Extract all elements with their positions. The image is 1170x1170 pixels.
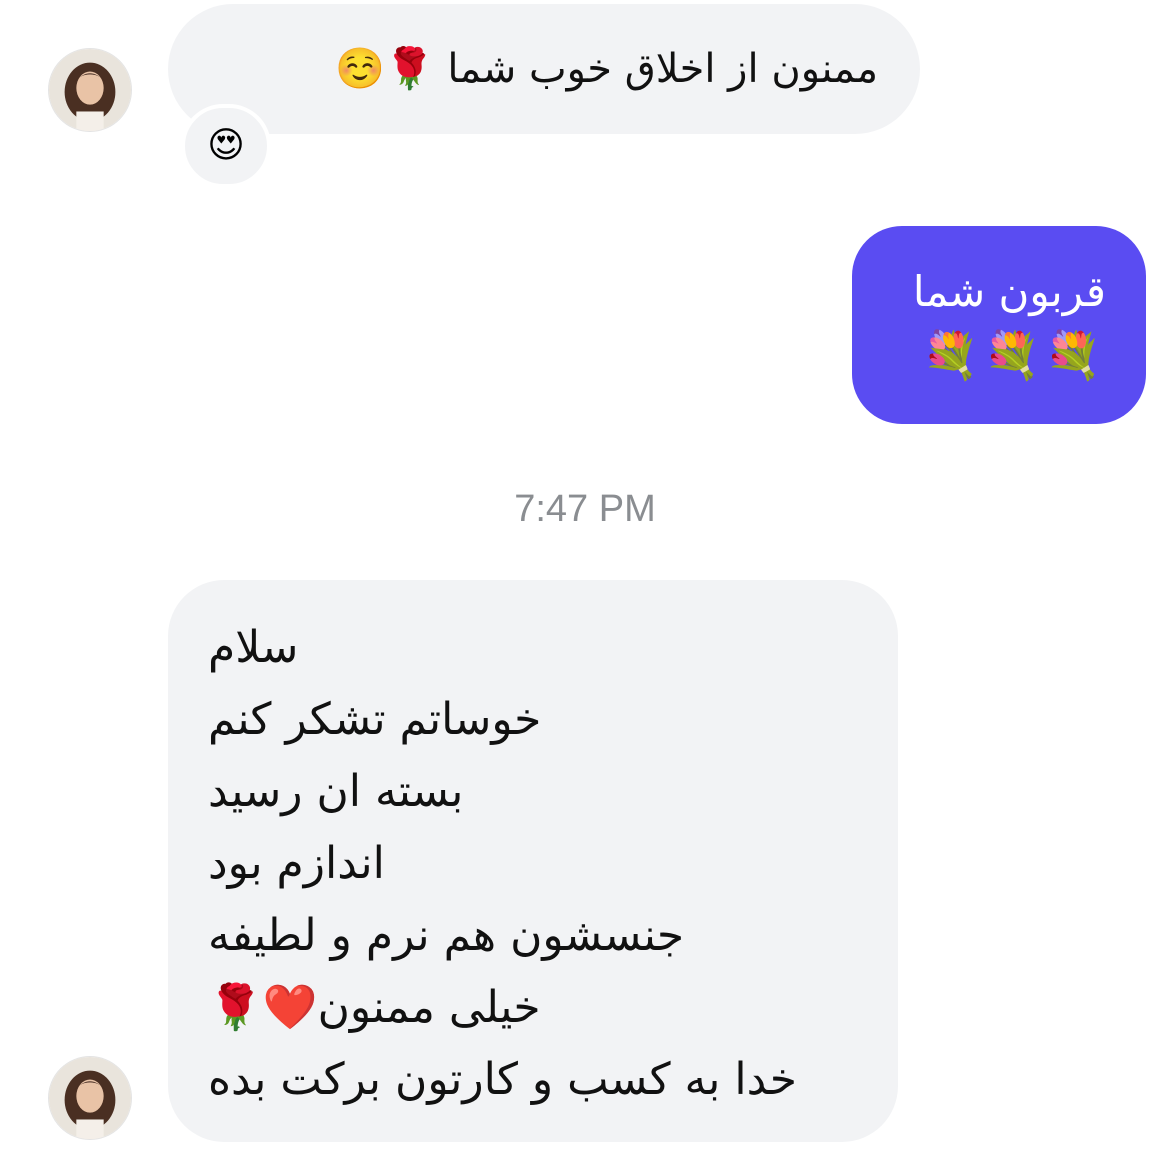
message-line: سلام	[208, 622, 299, 673]
contact-avatar[interactable]	[48, 48, 132, 132]
message-line: خیلی ممنون❤️🌹	[208, 982, 541, 1033]
message-lines: سلام خوساتم تشکر کنم بسته ان رسید اندازم…	[208, 612, 858, 1116]
outgoing-message-bubble[interactable]: قربون شما 💐💐💐	[852, 226, 1146, 424]
contact-avatar[interactable]	[48, 1056, 132, 1140]
avatar-photo-icon	[49, 49, 131, 131]
message-text: قربون شما	[912, 267, 1106, 316]
message-reaction[interactable]: 😍	[181, 104, 271, 188]
message-line: بسته ان رسید	[208, 766, 464, 817]
heart-eyes-emoji-icon: 😍	[207, 125, 245, 166]
avatar-photo-icon	[49, 1057, 131, 1139]
message-line: اندازم بود	[208, 838, 385, 889]
message-emojis: 🌹☺️	[335, 46, 435, 92]
message-timestamp: 7:47 PM	[514, 488, 656, 530]
message-line: خدا به کسب و کارتون برکت بده	[208, 1054, 797, 1105]
message-text: ممنون از اخلاق خوب شما	[447, 46, 878, 92]
incoming-message-bubble[interactable]: سلام خوساتم تشکر کنم بسته ان رسید اندازم…	[168, 580, 898, 1142]
message-line: خوساتم تشکر کنم	[208, 694, 542, 745]
incoming-message-bubble[interactable]: ممنون از اخلاق خوب شما 🌹☺️	[168, 4, 920, 134]
bouquet-emojis: 💐💐💐	[922, 328, 1106, 382]
message-line: جنسشون هم نرم و لطیفه	[208, 910, 685, 961]
chat-thread: ممنون از اخلاق خوب شما 🌹☺️ 😍 قربون شما 💐…	[0, 0, 1170, 1170]
